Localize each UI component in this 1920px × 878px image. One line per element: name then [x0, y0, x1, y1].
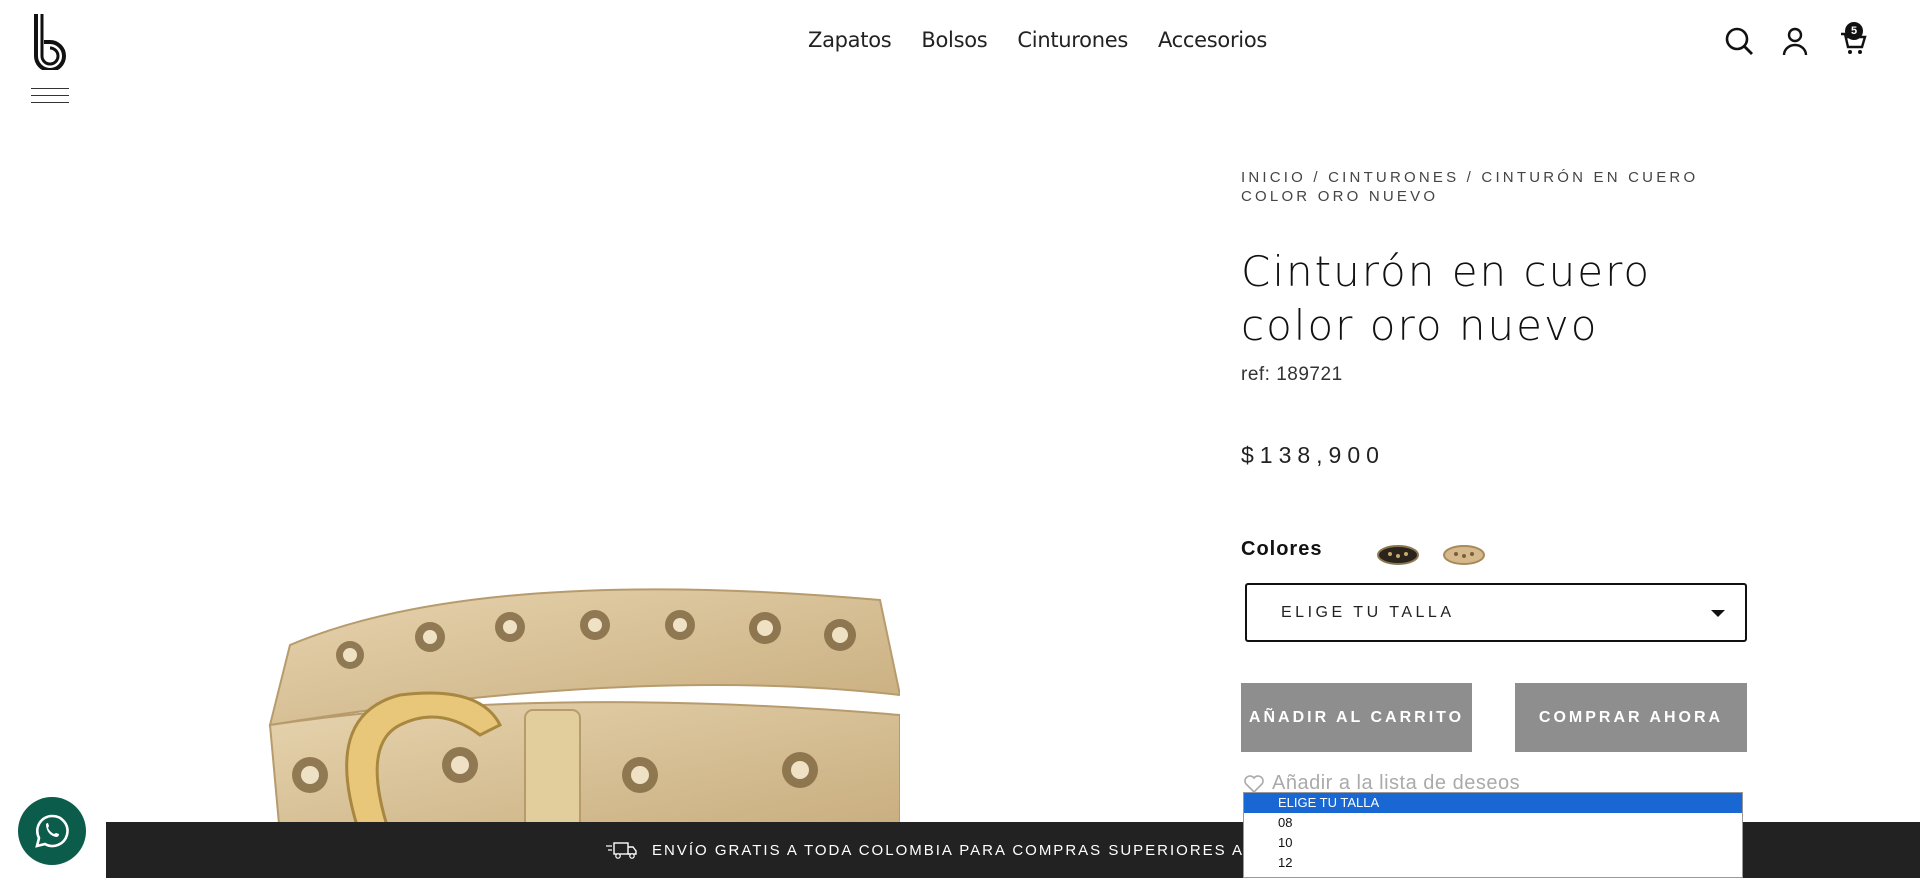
product-price: $138,900 — [1241, 442, 1385, 468]
add-to-cart-button[interactable]: AÑADIR AL CARRITO — [1241, 683, 1472, 752]
main-nav: Zapatos Bolsos Cinturones Accesorios — [808, 28, 1267, 52]
heart-icon — [1244, 774, 1264, 793]
colors-label: Colores — [1241, 538, 1323, 560]
shipping-banner-text: ENVÍO GRATIS A TODA COLOMBIA PARA COMPRA… — [652, 841, 1335, 859]
belt-image — [268, 588, 900, 835]
product-title: Cinturón en cuero color oro nuevo — [1241, 247, 1652, 350]
user-icon[interactable] — [1780, 26, 1810, 56]
hamburger-menu-icon[interactable] — [31, 88, 69, 106]
breadcrumb[interactable]: INICIO / CINTURONES / CINTURÓN EN CUERO … — [1241, 168, 1711, 206]
search-icon[interactable] — [1724, 26, 1754, 56]
chevron-down-icon — [1711, 610, 1725, 617]
nav-zapatos[interactable]: Zapatos — [808, 28, 892, 52]
delivery-truck-icon — [606, 842, 637, 859]
nav-bolsos[interactable]: Bolsos — [921, 28, 987, 52]
nav-cinturones[interactable]: Cinturones — [1017, 28, 1128, 52]
cart-count-badge: 5 — [1845, 22, 1863, 40]
nav-accesorios[interactable]: Accesorios — [1158, 28, 1267, 52]
whatsapp-button[interactable] — [18, 797, 86, 865]
size-select-value: ELIGE TU TALLA — [1281, 603, 1455, 621]
product-ref: ref: 189721 — [1241, 364, 1343, 385]
size-option[interactable]: ELIGE TU TALLA — [1244, 793, 1742, 813]
whatsapp-icon — [35, 814, 69, 848]
color-swatch-black[interactable] — [1376, 540, 1420, 570]
size-option[interactable]: 12 — [1244, 853, 1742, 873]
size-select[interactable]: ELIGE TU TALLA — [1245, 583, 1747, 642]
size-dropdown-list: ELIGE TU TALLA 08 10 12 — [1243, 792, 1743, 878]
buy-now-button[interactable]: COMPRAR AHORA — [1515, 683, 1747, 752]
size-option[interactable]: 08 — [1244, 813, 1742, 833]
product-image[interactable] — [240, 575, 900, 835]
size-option[interactable]: 10 — [1244, 833, 1742, 853]
color-swatch-gold[interactable] — [1442, 540, 1486, 570]
logo-b-icon[interactable] — [30, 12, 72, 70]
